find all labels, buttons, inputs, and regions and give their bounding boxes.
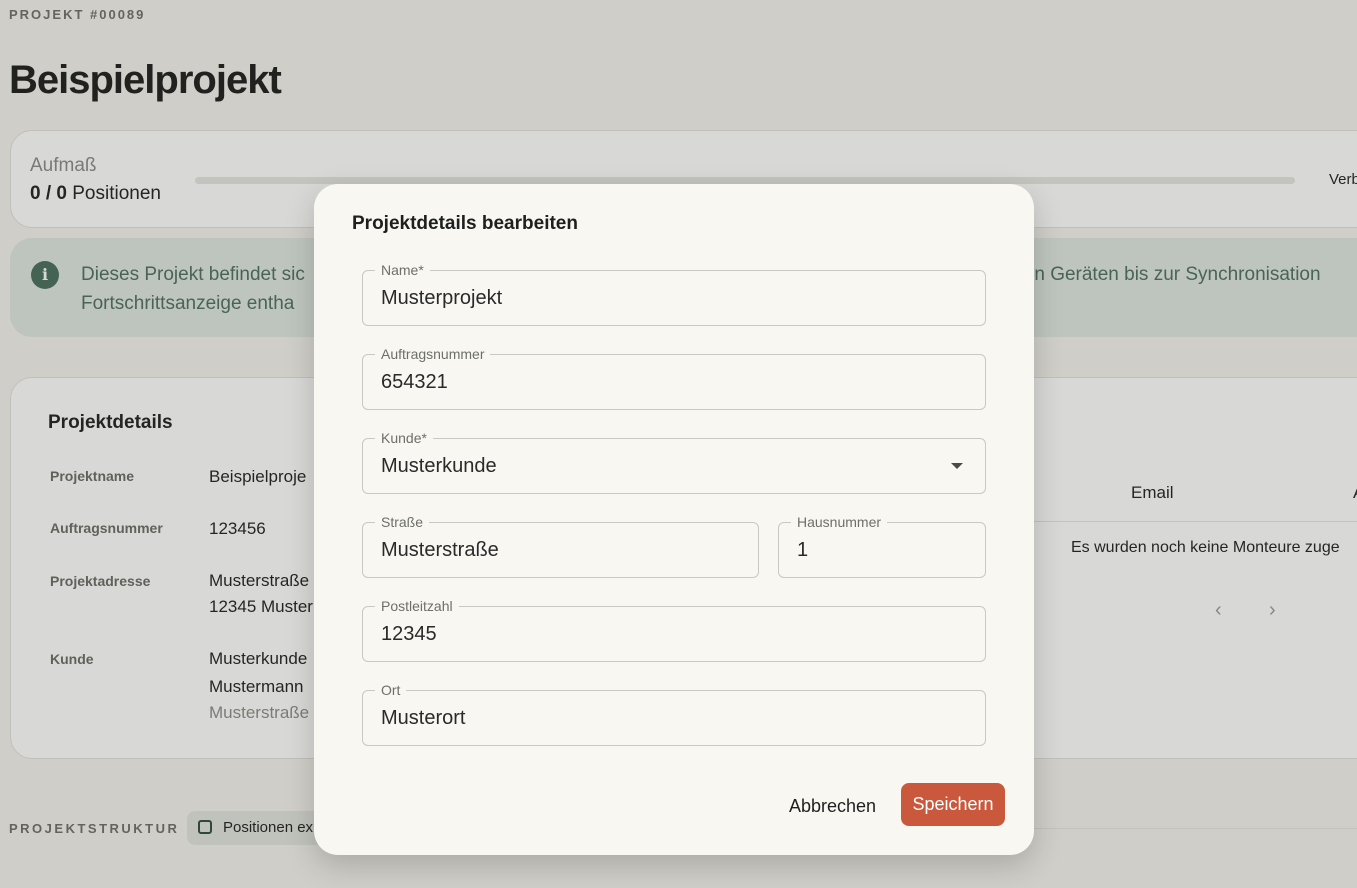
cancel-button[interactable]: Abbrechen [781, 785, 884, 827]
order-number-field[interactable]: Auftragsnummer 654321 [362, 345, 986, 410]
zip-field-value[interactable]: 12345 [381, 623, 437, 646]
order-number-field-label: Auftragsnummer [375, 345, 491, 363]
dialog-title: Projektdetails bearbeiten [352, 213, 578, 234]
chevron-down-icon[interactable] [951, 463, 963, 469]
street-field-value[interactable]: Musterstraße [381, 539, 499, 562]
house-number-field-label: Hausnummer [791, 513, 888, 531]
city-field-value[interactable]: Musterort [381, 707, 465, 730]
city-field-label: Ort [375, 681, 407, 699]
order-number-field-value[interactable]: 654321 [381, 371, 448, 394]
city-field[interactable]: Ort Musterort [362, 681, 986, 746]
zip-field-label: Postleitzahl [375, 597, 459, 615]
street-field-label: Straße [375, 513, 430, 531]
house-number-field-value[interactable]: 1 [797, 539, 808, 562]
name-field-label: Name* [375, 261, 430, 279]
edit-project-dialog: Projektdetails bearbeiten Name* Musterpr… [314, 184, 1034, 855]
customer-select-label: Kunde* [375, 429, 433, 447]
customer-select[interactable]: Kunde* Musterkunde [362, 429, 986, 494]
street-field[interactable]: Straße Musterstraße [362, 513, 759, 578]
save-button[interactable]: Speichern [901, 783, 1005, 826]
customer-select-value[interactable]: Musterkunde [381, 455, 497, 478]
name-field-value[interactable]: Musterprojekt [381, 287, 502, 310]
zip-field[interactable]: Postleitzahl 12345 [362, 597, 986, 662]
house-number-field[interactable]: Hausnummer 1 [778, 513, 986, 578]
name-field[interactable]: Name* Musterprojekt [362, 261, 986, 326]
